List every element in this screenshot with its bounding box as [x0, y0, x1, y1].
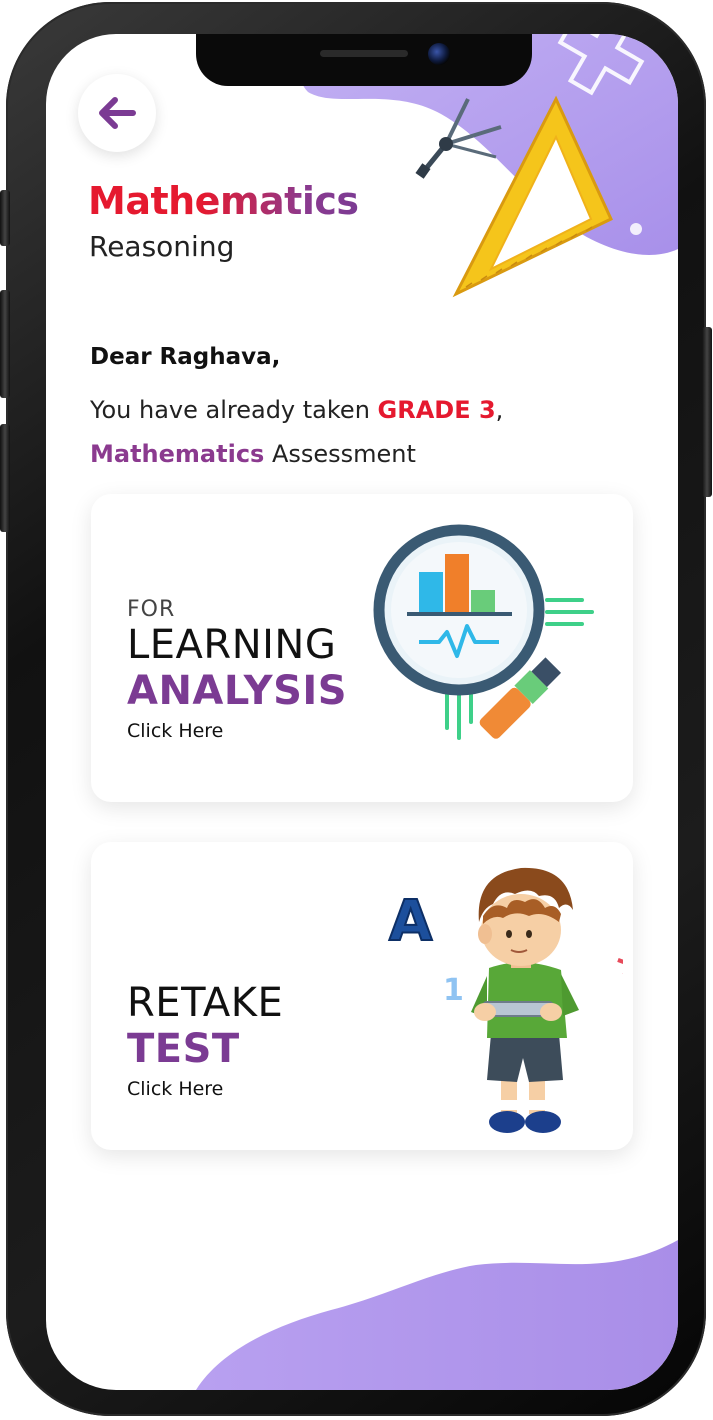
page-subtitle: Reasoning — [89, 230, 235, 263]
plus-icon: + — [607, 939, 623, 988]
arrow-left-icon — [99, 97, 136, 129]
volume-up-button — [0, 290, 10, 398]
subject-label: Mathematics — [90, 440, 265, 468]
geometry-tools-illustration — [415, 95, 613, 298]
learning-analysis-text: FOR LEARNING ANALYSIS Click Here — [127, 597, 348, 743]
greeting-text: Dear Raghava, — [90, 344, 281, 370]
notch — [196, 34, 532, 86]
grade-label: GRADE 3 — [377, 396, 496, 424]
retake-test-text: RETAKE TEST Click Here — [127, 980, 283, 1100]
boy-with-tablet-illustration: A 1 + — [388, 867, 623, 1133]
test-label: TEST — [127, 1026, 240, 1072]
for-label: FOR — [127, 597, 176, 622]
learning-label: LEARNING — [127, 622, 337, 668]
set-square-icon — [452, 95, 613, 298]
compass-icon — [415, 98, 502, 179]
analysis-click-here-link[interactable]: Click Here — [127, 720, 347, 742]
analysis-label: ANALYSIS — [127, 668, 348, 714]
volume-down-button — [0, 424, 10, 532]
number-one-icon: 1 — [443, 973, 464, 1008]
mute-switch — [0, 190, 10, 246]
retake-click-here-link[interactable]: Click Here — [127, 1078, 283, 1100]
speaker-grille — [320, 50, 408, 57]
page-title: Mathematics — [88, 179, 359, 223]
bottom-blob-decoration — [196, 1240, 678, 1390]
message-comma: , — [495, 396, 504, 424]
assessment-message-line1: You have already taken GRADE 3, — [90, 396, 503, 424]
front-camera — [428, 43, 450, 65]
power-button — [702, 327, 712, 497]
message-text: You have already taken — [90, 396, 378, 424]
learning-analysis-card[interactable]: FOR LEARNING ANALYSIS Click Here — [91, 494, 633, 802]
letter-a-icon: A — [389, 889, 433, 954]
back-button[interactable] — [78, 74, 156, 152]
retake-test-card[interactable]: RETAKE TEST Click Here A 1 + — [91, 842, 633, 1150]
message-assessment-text: Assessment — [264, 440, 416, 468]
retake-label: RETAKE — [127, 980, 284, 1026]
app-screen: Mathematics Reasoning Dear Raghava, You … — [46, 34, 678, 1390]
phone-frame: Mathematics Reasoning Dear Raghava, You … — [0, 2, 712, 1416]
assessment-message-line2: Mathematics Assessment — [90, 440, 416, 468]
magnifier-chart-icon — [373, 524, 594, 740]
